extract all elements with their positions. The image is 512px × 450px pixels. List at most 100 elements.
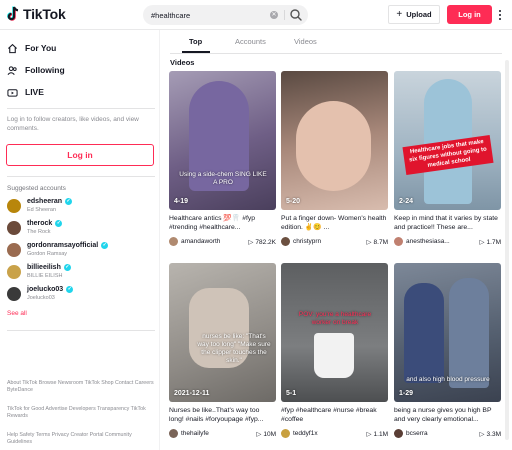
- clear-search-icon[interactable]: ✕: [270, 11, 278, 19]
- video-date: 5-20: [286, 198, 301, 205]
- suggested-account[interactable]: gordonramsayofficial ✓ Gordon Ramsay: [7, 241, 155, 261]
- search-bar: ✕: [143, 5, 308, 25]
- avatar[interactable]: [281, 429, 290, 438]
- video-author[interactable]: teddyf1x: [293, 430, 318, 437]
- sidebar-divider: [7, 330, 155, 331]
- nav-live[interactable]: LIVE: [7, 84, 44, 100]
- likes-text: 1.7M: [486, 238, 501, 246]
- suggested-account[interactable]: edsheeran ✓ Ed Sheeran: [7, 197, 155, 217]
- sidebar-login-button[interactable]: Log in: [6, 144, 154, 166]
- play-icon: ▷: [479, 431, 485, 438]
- tab-accounts[interactable]: Accounts: [235, 37, 266, 46]
- verified-icon: ✓: [66, 286, 74, 293]
- video-author[interactable]: thehailyfe: [181, 430, 209, 437]
- play-icon: ▷: [366, 431, 372, 438]
- verified-icon: ✓: [63, 264, 71, 271]
- suggested-account[interactable]: billieeilish ✓ BILLIE EILISH: [7, 263, 155, 283]
- video-caption[interactable]: Healthcare antics 💯🦷 #fyp #trending #hea…: [169, 214, 276, 232]
- footer-links-2[interactable]: TikTok for Good Advertise Developers Tra…: [7, 406, 155, 420]
- thumbnail-figure: [449, 278, 489, 388]
- video-author[interactable]: amandaworth: [181, 238, 220, 245]
- avatar: [7, 243, 21, 257]
- home-icon: [7, 43, 18, 53]
- video-date: 5-1: [286, 390, 297, 397]
- video-meta: bcserra ▷ 3.3M: [394, 428, 501, 440]
- plus-icon: +: [396, 9, 403, 20]
- likes-text: 10M: [263, 430, 276, 438]
- likes-text: 3.3M: [486, 430, 501, 438]
- video-caption[interactable]: Keep in mind that it varies by state and…: [394, 214, 501, 232]
- video-author[interactable]: bcserra: [406, 430, 428, 437]
- suggested-account[interactable]: therock ✓ The Rock: [7, 219, 155, 239]
- login-button[interactable]: Log in: [447, 5, 492, 24]
- sidebar: For You Following LIVE Log in to follow …: [0, 30, 160, 450]
- avatar[interactable]: [169, 429, 178, 438]
- handle-text: gordonramsayofficial: [27, 242, 99, 249]
- tiktok-logo-icon: [7, 6, 19, 21]
- login-hint: Log in to follow creators, like videos, …: [7, 116, 139, 132]
- video-caption[interactable]: being a nurse gives you high BP and very…: [394, 406, 501, 424]
- video-thumbnail[interactable]: Healthcare jobs that make six figures wi…: [394, 71, 501, 210]
- handle-text: joelucko03: [27, 286, 64, 293]
- avatar: [7, 221, 21, 235]
- nav-for-you[interactable]: For You: [7, 40, 56, 56]
- handle-text: edsheeran: [27, 198, 63, 205]
- top-bar: TikTok ✕ + Upload Log in: [0, 0, 512, 30]
- video-caption[interactable]: Put a finger down- Women's health editio…: [281, 214, 388, 232]
- account-name: Ed Sheeran: [27, 207, 57, 213]
- thumbnail-figure: [404, 283, 444, 383]
- video-thumbnail[interactable]: and also high blood pressure 1-29: [394, 263, 501, 402]
- verified-icon: ✓: [55, 220, 63, 227]
- search-icon[interactable]: [288, 8, 304, 22]
- avatar[interactable]: [281, 237, 290, 246]
- see-all-link[interactable]: See all: [7, 310, 27, 317]
- video-meta: amandaworth ▷ 782.2K: [169, 236, 276, 248]
- video-caption[interactable]: Nurses be like..That's way too long! #na…: [169, 406, 276, 424]
- account-handle: joelucko03 ✓: [27, 286, 74, 293]
- account-name: BILLIE EILISH: [27, 273, 63, 279]
- upload-label: Upload: [406, 10, 432, 19]
- thumbnail-text: nurses be like: "That's way too long" "M…: [197, 333, 271, 364]
- logo-text: TikTok: [23, 6, 66, 22]
- avatar[interactable]: [394, 237, 403, 246]
- tab-videos[interactable]: Videos: [294, 37, 317, 46]
- video-thumbnail[interactable]: 5-20: [281, 71, 388, 210]
- tab-top[interactable]: Top: [189, 37, 202, 46]
- account-name: Joelucko03: [27, 295, 55, 301]
- likes-count: ▷ 8.7M: [367, 238, 388, 247]
- tiktok-logo[interactable]: TikTok: [6, 6, 66, 22]
- video-meta: christyprn ▷ 8.7M: [281, 236, 388, 248]
- thumbnail-text: Healthcare jobs that make six figures wi…: [402, 135, 494, 175]
- footer-links-1[interactable]: About TikTok Browse Newsroom TikTok Shop…: [7, 380, 155, 394]
- likes-text: 1.1M: [373, 430, 388, 438]
- avatar[interactable]: [169, 237, 178, 246]
- avatar: [7, 265, 21, 279]
- account-name: Gordon Ramsay: [27, 251, 68, 257]
- footer-links-3[interactable]: Help Safety Terms Privacy Creator Portal…: [7, 432, 155, 446]
- video-meta: anesthesiasa... ▷ 1.7M: [394, 236, 501, 248]
- thumbnail-face: [296, 101, 371, 191]
- video-author[interactable]: anesthesiasa...: [406, 238, 450, 245]
- search-input[interactable]: [143, 5, 265, 25]
- tabs-divider: [170, 53, 502, 54]
- nav-following[interactable]: Following: [7, 62, 65, 78]
- video-author[interactable]: christyprn: [293, 238, 321, 245]
- video-thumbnail[interactable]: Using a side-chem SING LIKE A PRO 4-19: [169, 71, 276, 210]
- video-thumbnail[interactable]: POV: you're a healthcare worker on break…: [281, 263, 388, 402]
- likes-count: ▷ 10M: [256, 430, 276, 439]
- play-icon: ▷: [479, 239, 485, 246]
- verified-icon: ✓: [101, 242, 109, 249]
- suggested-account[interactable]: joelucko03 ✓ Joelucko03: [7, 285, 155, 305]
- nav-label: LIVE: [25, 87, 44, 97]
- sidebar-divider: [7, 176, 155, 177]
- more-options-icon[interactable]: [498, 9, 502, 21]
- scrollbar[interactable]: [505, 60, 509, 440]
- video-thumbnail[interactable]: nurses be like: "That's way too long" "M…: [169, 263, 276, 402]
- account-handle: gordonramsayofficial ✓: [27, 242, 109, 249]
- upload-button[interactable]: + Upload: [388, 5, 440, 24]
- video-caption[interactable]: #fyp #healthcare #nurse #break #coffee: [281, 406, 388, 424]
- account-handle: edsheeran ✓: [27, 198, 73, 205]
- avatar[interactable]: [394, 429, 403, 438]
- play-icon: ▷: [248, 239, 254, 246]
- account-name: The Rock: [27, 229, 51, 235]
